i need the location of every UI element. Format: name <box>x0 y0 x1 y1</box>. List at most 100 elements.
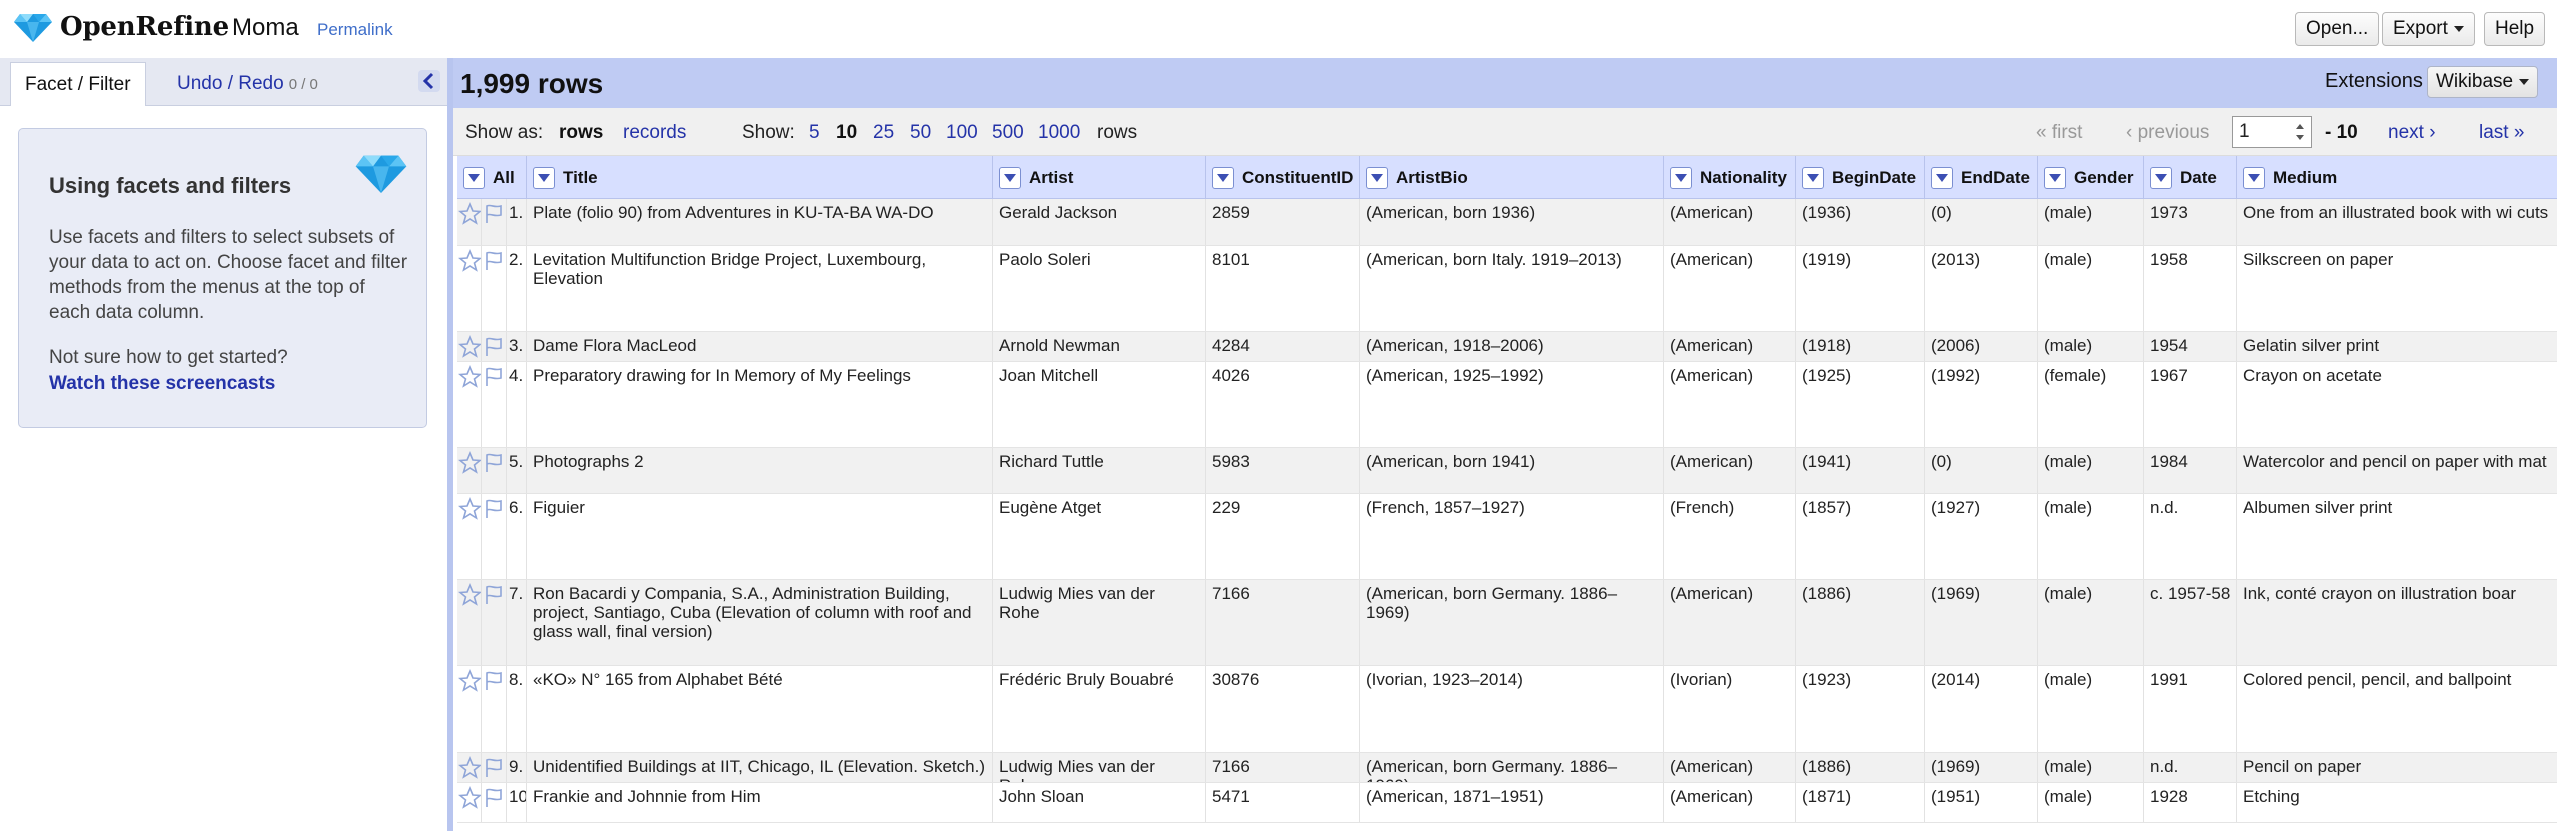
flag-icon[interactable] <box>482 669 506 693</box>
cell-gender[interactable]: (male) <box>2038 246 2144 331</box>
wikibase-menu-button[interactable]: Wikibase <box>2427 66 2539 98</box>
cell-gender[interactable]: (male) <box>2038 666 2144 752</box>
previous-page-link[interactable]: ‹ previous <box>2126 122 2209 144</box>
cell-bio[interactable]: (American, 1918–2006) <box>1360 332 1664 361</box>
cell-medium[interactable]: Ink, conté crayon on illustration boar <box>2237 580 2557 665</box>
cell-cid[interactable]: 30876 <box>1206 666 1360 752</box>
cell-gender[interactable]: (male) <box>2038 580 2144 665</box>
cell-medium[interactable]: Crayon on acetate <box>2237 362 2557 447</box>
cell-nat[interactable]: (American) <box>1664 783 1796 822</box>
cell-date[interactable]: 1973 <box>2144 199 2237 245</box>
view-records-option[interactable]: records <box>623 122 686 144</box>
cell-title[interactable]: Figuier <box>527 494 993 579</box>
column-menu-icon[interactable] <box>1931 166 1953 189</box>
cell-cid[interactable]: 7166 <box>1206 580 1360 665</box>
star-icon[interactable] <box>457 334 481 359</box>
cell-date[interactable]: n.d. <box>2144 494 2237 579</box>
cell-nat[interactable]: (American) <box>1664 580 1796 665</box>
cell-artist[interactable]: Ludwig Mies van der Rohe <box>993 580 1206 665</box>
help-button[interactable]: Help <box>2484 12 2546 46</box>
cell-title[interactable]: «KO» N° 165 from Alphabet Bété <box>527 666 993 752</box>
export-button[interactable]: Export <box>2382 12 2475 46</box>
cell-cid[interactable]: 5983 <box>1206 448 1360 493</box>
cell-end[interactable]: (1927) <box>1925 494 2038 579</box>
cell-nat[interactable]: (Ivorian) <box>1664 666 1796 752</box>
cell-gender[interactable]: (male) <box>2038 783 2144 822</box>
cell-gender[interactable]: (male) <box>2038 199 2144 245</box>
project-name[interactable]: Moma <box>232 14 299 42</box>
cell-begin[interactable]: (1936) <box>1796 199 1925 245</box>
star-icon[interactable] <box>457 785 481 810</box>
cell-artist[interactable]: Ludwig Mies van der Rohe <box>993 753 1206 782</box>
flag-icon[interactable] <box>482 365 506 389</box>
star-icon[interactable] <box>457 364 481 389</box>
cell-end[interactable]: (1969) <box>1925 753 2038 782</box>
star-icon[interactable] <box>457 755 481 780</box>
page-size-500[interactable]: 500 <box>992 122 1024 144</box>
flag-icon[interactable] <box>482 451 506 475</box>
cell-nat[interactable]: (French) <box>1664 494 1796 579</box>
cell-medium[interactable]: One from an illustrated book with wi cut… <box>2237 199 2557 245</box>
cell-nat[interactable]: (American) <box>1664 753 1796 782</box>
cell-date[interactable]: 1958 <box>2144 246 2237 331</box>
cell-title[interactable]: Levitation Multifunction Bridge Project,… <box>527 246 993 331</box>
cell-medium[interactable]: Gelatin silver print <box>2237 332 2557 361</box>
cell-cid[interactable]: 7166 <box>1206 753 1360 782</box>
flag-icon[interactable] <box>482 249 506 273</box>
cell-begin[interactable]: (1941) <box>1796 448 1925 493</box>
cell-artist[interactable]: John Sloan <box>993 783 1206 822</box>
star-icon[interactable] <box>457 668 481 693</box>
cell-gender[interactable]: (male) <box>2038 494 2144 579</box>
cell-medium[interactable]: Colored pencil, pencil, and ballpoint <box>2237 666 2557 752</box>
cell-date[interactable]: 1984 <box>2144 448 2237 493</box>
column-menu-icon[interactable] <box>999 166 1021 189</box>
column-header-all[interactable]: All <box>457 156 527 199</box>
cell-end[interactable]: (0) <box>1925 448 2038 493</box>
cell-begin[interactable]: (1918) <box>1796 332 1925 361</box>
column-menu-icon[interactable] <box>463 166 485 189</box>
cell-bio[interactable]: (American, 1925–1992) <box>1360 362 1664 447</box>
cell-cid[interactable]: 2859 <box>1206 199 1360 245</box>
cell-artist[interactable]: Richard Tuttle <box>993 448 1206 493</box>
cell-artist[interactable]: Gerald Jackson <box>993 199 1206 245</box>
star-icon[interactable] <box>457 248 481 273</box>
cell-title[interactable]: Frankie and Johnnie from Him <box>527 783 993 822</box>
cell-date[interactable]: 1967 <box>2144 362 2237 447</box>
cell-artist[interactable]: Frédéric Bruly Bouabré <box>993 666 1206 752</box>
tab-undo-redo[interactable]: Undo / Redo 0 / 0 <box>163 62 332 106</box>
column-menu-icon[interactable] <box>1802 166 1824 189</box>
cell-title[interactable]: Plate (folio 90) from Adventures in KU-T… <box>527 199 993 245</box>
column-menu-icon[interactable] <box>1670 166 1692 189</box>
cell-date[interactable]: 1954 <box>2144 332 2237 361</box>
cell-gender[interactable]: (male) <box>2038 332 2144 361</box>
flag-icon[interactable] <box>482 786 506 810</box>
cell-begin[interactable]: (1886) <box>1796 580 1925 665</box>
cell-date[interactable]: n.d. <box>2144 753 2237 782</box>
page-size-50[interactable]: 50 <box>910 122 931 144</box>
cell-begin[interactable]: (1919) <box>1796 246 1925 331</box>
cell-end[interactable]: (2006) <box>1925 332 2038 361</box>
cell-artist[interactable]: Paolo Soleri <box>993 246 1206 331</box>
star-icon[interactable] <box>457 201 481 226</box>
cell-bio[interactable]: (American, 1871–1951) <box>1360 783 1664 822</box>
next-page-link[interactable]: next › <box>2388 122 2436 144</box>
cell-date[interactable]: 1928 <box>2144 783 2237 822</box>
column-menu-icon[interactable] <box>2150 166 2172 189</box>
openrefine-logo[interactable]: OpenRefine <box>14 12 229 42</box>
tab-facet-filter[interactable]: Facet / Filter <box>10 62 146 106</box>
cell-begin[interactable]: (1886) <box>1796 753 1925 782</box>
cell-end[interactable]: (0) <box>1925 199 2038 245</box>
cell-date[interactable]: 1991 <box>2144 666 2237 752</box>
cell-bio[interactable]: (American, born 1941) <box>1360 448 1664 493</box>
cell-bio[interactable]: (American, born Germany. 1886–1969) <box>1360 753 1664 782</box>
column-header-title[interactable]: Title <box>527 156 993 199</box>
cell-bio[interactable]: (Ivorian, 1923–2014) <box>1360 666 1664 752</box>
column-menu-icon[interactable] <box>1366 166 1388 189</box>
flag-icon[interactable] <box>482 583 506 607</box>
cell-medium[interactable]: Etching <box>2237 783 2557 822</box>
cell-begin[interactable]: (1871) <box>1796 783 1925 822</box>
cell-nat[interactable]: (American) <box>1664 199 1796 245</box>
column-header-gender[interactable]: Gender <box>2038 156 2144 199</box>
flag-icon[interactable] <box>482 335 506 359</box>
cell-cid[interactable]: 5471 <box>1206 783 1360 822</box>
